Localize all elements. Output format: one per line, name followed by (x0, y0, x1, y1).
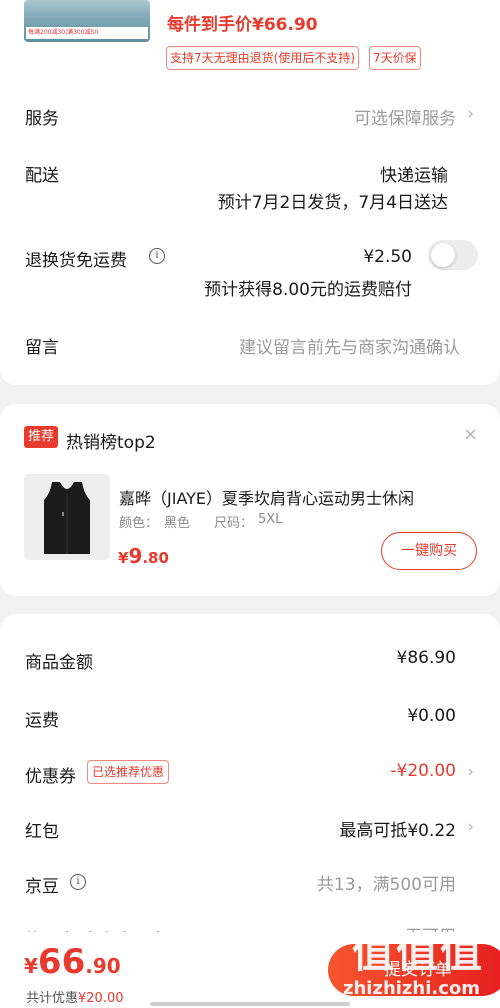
info-icon[interactable]: i (149, 248, 165, 264)
goods-amount-label: 商品金额 (25, 653, 93, 673)
price-integer: 9 (128, 544, 143, 568)
coupon-recommend-tag: 已选推荐优惠 (87, 760, 170, 784)
product-size-label: 尺码： (214, 516, 254, 531)
total-integer: 66 (37, 942, 86, 982)
redpack-label: 红包 (25, 822, 59, 842)
chevron-right-icon[interactable]: › (467, 817, 474, 837)
total-price: ¥66.90 (24, 942, 121, 982)
message-label: 留言 (25, 338, 59, 358)
chevron-right-icon[interactable]: › (467, 762, 474, 782)
goods-amount-value: ¥86.90 (396, 648, 456, 668)
price-protect-tag: 7天价保 (369, 46, 421, 70)
discount-value: ¥20.00 (78, 991, 124, 1006)
thumbnail-promo-text: 每满200减30|满300减50 (26, 27, 148, 39)
return-free-toggle[interactable] (428, 240, 478, 270)
home-indicator[interactable] (150, 1002, 350, 1006)
one-click-buy-button[interactable]: 一键购买 (381, 532, 477, 570)
product-color-value: 黑色 (164, 516, 191, 531)
product-color-label: 颜色： (119, 516, 159, 531)
jd-bean-label: 京豆 (25, 877, 59, 897)
discount-label: 共计优惠 (26, 991, 79, 1006)
vest-icon (24, 474, 110, 560)
shipping-label: 运费 (25, 711, 59, 731)
total-decimal: .90 (85, 954, 121, 978)
toggle-knob (431, 243, 455, 267)
redpack-value[interactable]: 最高可抵¥0.22 (339, 816, 456, 841)
recommend-badge: 推荐 (24, 426, 59, 448)
price-currency: ¥ (118, 549, 129, 567)
message-input[interactable]: 建议留言前先与商家沟通确认 (239, 333, 460, 358)
coupon-label: 优惠券 (25, 767, 76, 787)
product-price: ¥9.80 (118, 544, 169, 568)
return-free-price: ¥2.50 (363, 247, 412, 267)
price-each-text: 每件到手价¥66.90 (167, 15, 318, 35)
info-icon[interactable]: i (70, 874, 86, 890)
return-free-label: 退换货免运费 (25, 251, 127, 271)
jd-bean-value: 共13，满500可用 (316, 875, 456, 895)
total-currency: ¥ (24, 954, 38, 978)
submit-order-button[interactable]: 提交订单 (328, 944, 500, 996)
delivery-method[interactable]: 快递运输 (380, 161, 448, 186)
shipping-value: ¥0.00 (407, 706, 456, 726)
product-thumbnail: 每满200减30|满300减50 (24, 0, 150, 42)
close-icon[interactable]: × (463, 424, 478, 445)
product-size-value: 5XL (258, 512, 283, 527)
service-label: 服务 (25, 109, 59, 129)
total-discount: 共计优惠¥20.00 (26, 987, 124, 1006)
coupon-value[interactable]: -¥20.00 (390, 761, 456, 781)
price-decimal: .80 (142, 549, 169, 567)
service-value[interactable]: 可选保障服务 (354, 104, 456, 129)
delivery-label: 配送 (25, 166, 59, 186)
product-image[interactable] (24, 474, 110, 560)
delivery-eta: 预计7月2日发货，7月4日送达 (217, 193, 448, 213)
return-policy-tag: 支持7天无理由退货(使用后不支持) (166, 46, 359, 70)
chevron-right-icon[interactable]: › (467, 104, 474, 124)
product-name[interactable]: 嘉晔（JIAYE）夏季坎肩背心运动男士休闲 (119, 485, 464, 509)
return-free-note: 预计获得8.00元的运费赔付 (204, 280, 412, 300)
recommend-title: 热销榜top2 (66, 433, 156, 453)
